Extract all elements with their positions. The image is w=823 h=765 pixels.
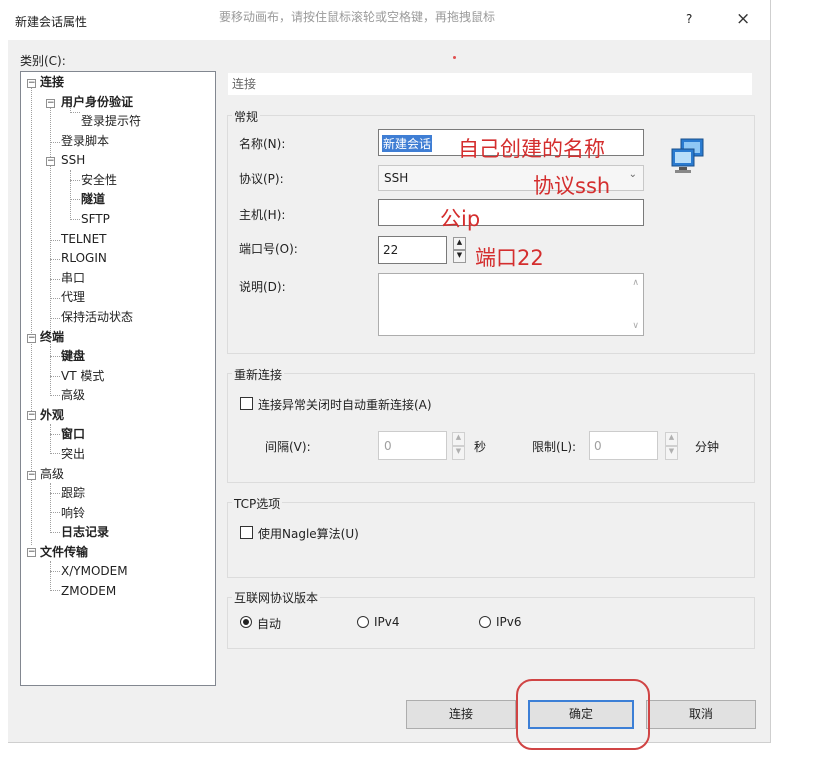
tree-item-zmodem[interactable]: ZMODEM bbox=[61, 584, 116, 599]
tree-item-login-prompt[interactable]: 登录提示符 bbox=[81, 114, 141, 129]
minutes-label: 分钟 bbox=[695, 440, 720, 454]
annotation-port: 端口22 bbox=[475, 246, 544, 270]
scroll-down-icon[interactable]: ∨ bbox=[632, 321, 639, 331]
category-label: 类别(C): bbox=[20, 54, 66, 68]
tree-item-trace[interactable]: 跟踪 bbox=[61, 486, 85, 501]
host-label: 主机(H): bbox=[239, 208, 286, 222]
collapse-icon[interactable]: − bbox=[27, 548, 36, 557]
description-label: 说明(D): bbox=[239, 280, 286, 294]
name-label: 名称(N): bbox=[239, 137, 286, 151]
interval-up-icon[interactable]: ▲ bbox=[452, 432, 465, 446]
category-tree[interactable]: − − − − − − − 连接 用户身份验证 登录提示符 登录脚本 SSH 安… bbox=[20, 71, 216, 686]
tree-item-logging[interactable]: 日志记录 bbox=[61, 525, 109, 540]
section-title: 连接 bbox=[228, 73, 752, 95]
interval-label: 间隔(V): bbox=[265, 440, 311, 454]
radio-ipv6[interactable] bbox=[479, 616, 491, 628]
tree-item-serial[interactable]: 串口 bbox=[61, 271, 85, 286]
radio-auto[interactable] bbox=[240, 616, 252, 628]
nagle-label: 使用Nagle算法(U) bbox=[258, 527, 359, 541]
port-field[interactable]: 22 bbox=[378, 236, 447, 264]
tree-item-telnet[interactable]: TELNET bbox=[61, 232, 107, 247]
auto-reconnect-label: 连接异常关闭时自动重新连接(A) bbox=[258, 398, 432, 412]
tree-item-auth[interactable]: 用户身份验证 bbox=[61, 95, 133, 110]
tree-item-tunnel[interactable]: 隧道 bbox=[81, 192, 105, 207]
tree-item-sftp[interactable]: SFTP bbox=[81, 212, 110, 227]
port-up-icon[interactable]: ▲ bbox=[453, 237, 466, 250]
collapse-icon[interactable]: − bbox=[27, 334, 36, 343]
tree-item-file-transfer[interactable]: 文件传输 bbox=[40, 545, 88, 560]
tree-item-terminal[interactable]: 终端 bbox=[40, 330, 64, 345]
auto-reconnect-checkbox[interactable] bbox=[240, 397, 253, 410]
tree-item-ssh[interactable]: SSH bbox=[61, 153, 85, 168]
collapse-icon[interactable]: − bbox=[27, 79, 36, 88]
chevron-down-icon: ⌄ bbox=[628, 169, 637, 180]
reconnect-group-title: 重新连接 bbox=[232, 366, 285, 383]
collapse-icon[interactable]: − bbox=[27, 471, 36, 480]
limit-down-icon[interactable]: ▼ bbox=[665, 446, 678, 460]
port-down-icon[interactable]: ▼ bbox=[453, 250, 466, 263]
host-field[interactable] bbox=[378, 199, 644, 226]
tree-item-connection[interactable]: 连接 bbox=[40, 75, 64, 90]
protocol-value: SSH bbox=[384, 171, 409, 185]
limit-up-icon[interactable]: ▲ bbox=[665, 432, 678, 446]
tree-item-vt-mode[interactable]: VT 模式 bbox=[61, 369, 104, 384]
tree-item-highlight[interactable]: 突出 bbox=[61, 447, 85, 462]
tree-item-security[interactable]: 安全性 bbox=[81, 173, 117, 188]
description-field[interactable]: ∧ ∨ bbox=[378, 273, 644, 336]
limit-label: 限制(L): bbox=[532, 440, 577, 454]
interval-down-icon[interactable]: ▼ bbox=[452, 446, 465, 460]
tree-item-keepalive[interactable]: 保持活动状态 bbox=[61, 310, 133, 325]
marker-dot bbox=[453, 56, 456, 59]
tree-item-keyboard[interactable]: 键盘 bbox=[61, 349, 85, 364]
connect-button[interactable]: 连接 bbox=[406, 700, 516, 729]
help-button[interactable]: ? bbox=[686, 12, 692, 26]
protocol-label: 协议(P): bbox=[239, 172, 284, 186]
annotation-protocol: 协议ssh bbox=[533, 174, 611, 198]
tcp-group-title: TCP选项 bbox=[232, 495, 283, 512]
name-field-value: 新建会话 bbox=[382, 135, 433, 152]
reconnect-group bbox=[227, 373, 755, 483]
seconds-label: 秒 bbox=[474, 440, 487, 454]
tree-item-bell[interactable]: 响铃 bbox=[61, 506, 85, 521]
annotation-name: 自己创建的名称 bbox=[458, 137, 605, 161]
nagle-checkbox[interactable] bbox=[240, 526, 253, 539]
limit-value: 0 bbox=[594, 439, 602, 453]
annotation-host: 公ip bbox=[440, 207, 481, 231]
collapse-icon[interactable]: − bbox=[46, 99, 55, 108]
tree-item-xymodem[interactable]: X/YMODEM bbox=[61, 564, 128, 579]
limit-field[interactable]: 0 bbox=[589, 431, 658, 460]
ok-highlight-annotation bbox=[516, 679, 650, 750]
radio-ipv4-label: IPv4 bbox=[374, 615, 400, 629]
radio-auto-label: 自动 bbox=[257, 617, 282, 631]
tree-item-appearance[interactable]: 外观 bbox=[40, 408, 64, 423]
tree-item-window[interactable]: 窗口 bbox=[61, 427, 85, 442]
network-computer-icon bbox=[669, 136, 709, 179]
close-icon[interactable]: × bbox=[736, 9, 750, 29]
scroll-up-icon[interactable]: ∧ bbox=[632, 278, 639, 288]
tree-item-advanced[interactable]: 高级 bbox=[40, 467, 64, 482]
canvas-hint: 要移动画布，请按住鼠标滚轮或空格键，再拖拽鼠标 bbox=[219, 10, 496, 24]
window-title: 新建会话属性 bbox=[15, 15, 88, 29]
port-field-value: 22 bbox=[383, 243, 399, 257]
interval-value: 0 bbox=[384, 439, 392, 453]
collapse-icon[interactable]: − bbox=[27, 411, 36, 420]
cancel-button[interactable]: 取消 bbox=[646, 700, 756, 729]
tree-item-login-script[interactable]: 登录脚本 bbox=[61, 134, 109, 149]
port-label: 端口号(O): bbox=[239, 242, 298, 256]
tree-item-rlogin[interactable]: RLOGIN bbox=[61, 251, 107, 266]
tree-item-terminal-advanced[interactable]: 高级 bbox=[61, 388, 85, 403]
interval-field[interactable]: 0 bbox=[378, 431, 447, 460]
radio-ipv4[interactable] bbox=[357, 616, 369, 628]
radio-ipv6-label: IPv6 bbox=[496, 615, 522, 629]
collapse-icon[interactable]: − bbox=[46, 157, 55, 166]
tree-item-proxy[interactable]: 代理 bbox=[61, 290, 85, 305]
general-group-title: 常规 bbox=[232, 108, 261, 125]
ip-version-group-title: 互联网协议版本 bbox=[232, 589, 321, 606]
